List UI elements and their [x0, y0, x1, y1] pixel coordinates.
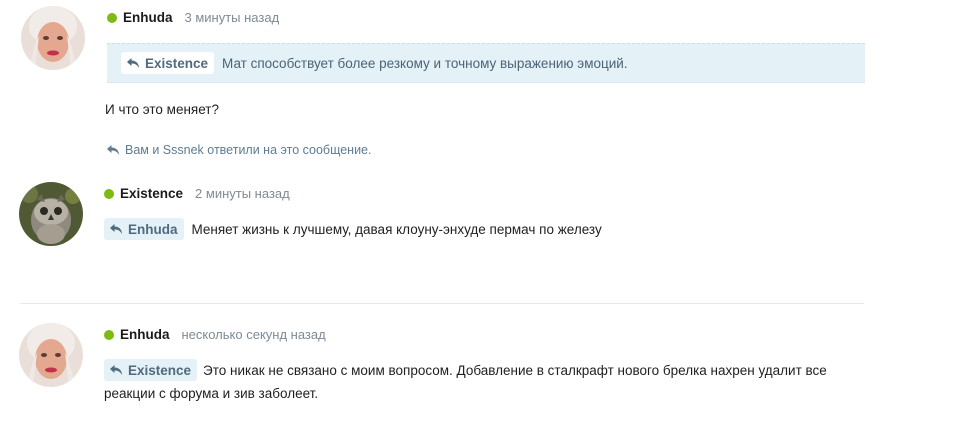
reply-to-name: Enhuda: [128, 221, 178, 237]
post-header: Enhuda 3 минуты назад: [107, 10, 279, 25]
user-avatar[interactable]: [19, 323, 83, 387]
post-body: И что это меняет?: [105, 102, 219, 117]
post-body-line: Enhuda Меняет жизнь к лучшему, давая кло…: [104, 218, 602, 240]
post-time[interactable]: 2 минуты назад: [195, 186, 290, 201]
quote-author-link[interactable]: Existence: [121, 52, 215, 74]
user-avatar[interactable]: [21, 6, 85, 70]
reply-to-link[interactable]: Enhuda: [104, 218, 184, 240]
online-status-icon: [104, 329, 114, 340]
quote-block: Existence Мат способствует более резкому…: [107, 43, 865, 83]
post-body-block: Existence Это никак не связано с моим во…: [104, 359, 864, 405]
quote-author-name: Existence: [145, 55, 209, 71]
reply-arrow-icon: [107, 145, 119, 155]
woman-avatar-icon: [19, 323, 83, 387]
post-time[interactable]: несколько секунд назад: [182, 327, 326, 342]
post-time[interactable]: 3 минуты назад: [185, 10, 280, 25]
reply-to-name: Existence: [128, 362, 192, 378]
online-status-icon: [104, 188, 114, 199]
reply-arrow-icon: [127, 58, 139, 68]
post-body: Это никак не связано с моим вопросом. До…: [104, 363, 827, 402]
author-name[interactable]: Enhuda: [120, 327, 170, 342]
author-name[interactable]: Existence: [120, 186, 183, 201]
owl-avatar-icon: [19, 182, 83, 246]
quote-text: Мат способствует более резкому и точному…: [222, 55, 628, 71]
posts-divider: [20, 303, 864, 304]
woman-avatar-icon: [21, 6, 85, 70]
reply-to-link[interactable]: Existence: [104, 359, 198, 382]
author-name[interactable]: Enhuda: [123, 10, 173, 25]
reply-arrow-icon: [110, 224, 122, 234]
reply-arrow-icon: [110, 365, 122, 376]
replies-notice-text: Вам и Sssnek ответили на это сообщение.: [125, 143, 372, 157]
post-body: Меняет жизнь к лучшему, давая клоуну-энх…: [191, 221, 602, 237]
replies-notice[interactable]: Вам и Sssnek ответили на это сообщение.: [106, 143, 371, 157]
post-header: Existence 2 минуты назад: [104, 186, 290, 201]
online-status-icon: [107, 12, 117, 23]
post-header: Enhuda несколько секунд назад: [104, 327, 326, 342]
user-avatar[interactable]: [19, 182, 83, 246]
